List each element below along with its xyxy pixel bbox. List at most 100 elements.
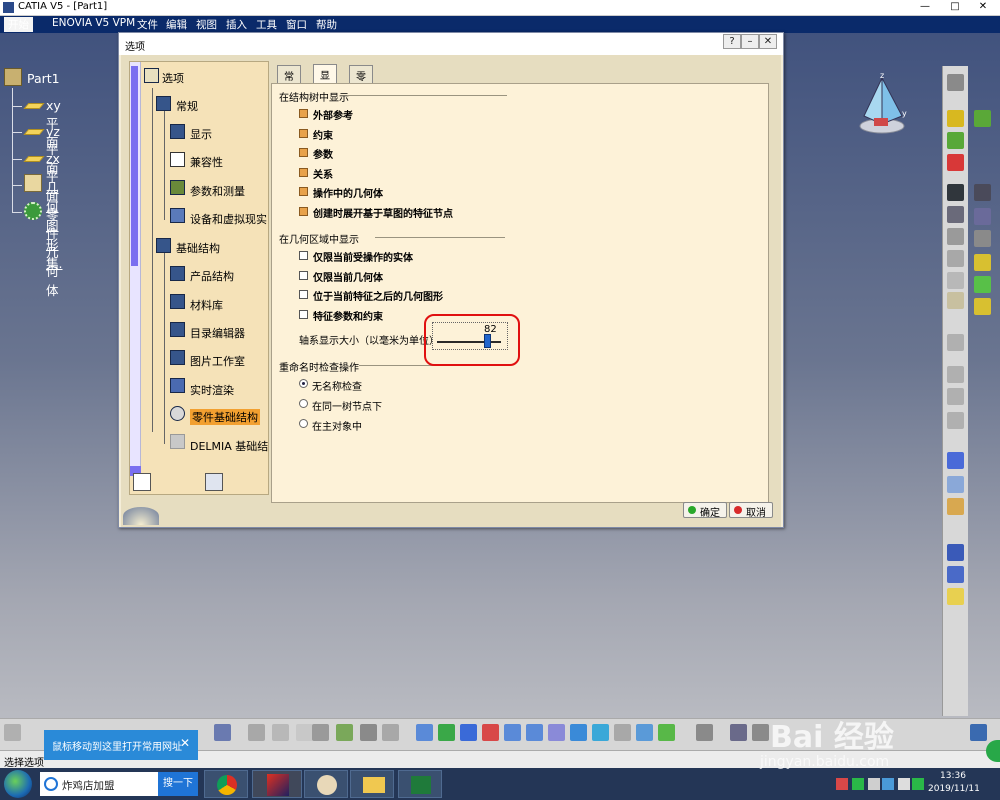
cancel-button[interactable]: 取消 bbox=[729, 502, 773, 519]
surface-icon[interactable] bbox=[974, 110, 991, 127]
radio-same-tree-node[interactable] bbox=[299, 399, 308, 408]
table-icon[interactable] bbox=[312, 724, 329, 741]
category-devices-vr[interactable]: 设备和虚拟现实 bbox=[190, 211, 267, 227]
new-icon[interactable] bbox=[4, 724, 21, 741]
tab-display[interactable]: 显示 bbox=[313, 64, 337, 97]
menu-help[interactable]: 帮助 bbox=[316, 17, 337, 32]
fly-icon[interactable] bbox=[482, 724, 499, 741]
rotate-icon[interactable] bbox=[460, 724, 477, 741]
help-icon[interactable] bbox=[214, 724, 231, 741]
publish-icon[interactable] bbox=[382, 724, 399, 741]
pattern-icon[interactable] bbox=[947, 334, 964, 351]
measure-icon[interactable] bbox=[947, 476, 964, 493]
thickness-icon[interactable] bbox=[947, 272, 964, 289]
menu-start[interactable]: 开始 bbox=[4, 17, 33, 32]
multi-view-icon[interactable] bbox=[570, 724, 587, 741]
category-compatibility[interactable]: 兼容性 bbox=[190, 154, 223, 170]
tab-general[interactable]: 常规 bbox=[277, 65, 301, 98]
close-button[interactable]: ✕ bbox=[968, 0, 998, 14]
tray-security-icon[interactable] bbox=[836, 778, 848, 790]
checkbox-current-operated-solid[interactable] bbox=[299, 251, 308, 260]
category-catalog-editor[interactable]: 目录编辑器 bbox=[190, 325, 245, 341]
draft-icon[interactable] bbox=[947, 228, 964, 245]
catia-task-icon[interactable] bbox=[252, 770, 302, 798]
gear-icon[interactable] bbox=[947, 74, 964, 91]
category-photo-studio[interactable]: 图片工作室 bbox=[190, 353, 245, 369]
category-general[interactable]: 常规 bbox=[176, 98, 198, 114]
sew-surface-icon[interactable] bbox=[974, 298, 991, 315]
zoom-in-icon[interactable] bbox=[504, 724, 521, 741]
taskbar-clock[interactable]: 13:36 2019/11/11 bbox=[928, 770, 980, 796]
law-icon[interactable] bbox=[296, 724, 313, 741]
measure-between-icon[interactable] bbox=[752, 724, 769, 741]
chamfer-icon[interactable] bbox=[947, 206, 964, 223]
minimize-button[interactable]: — bbox=[910, 0, 940, 14]
formula-icon[interactable] bbox=[248, 724, 265, 741]
checkbox-external-ref[interactable] bbox=[299, 109, 308, 118]
point-icon[interactable] bbox=[947, 544, 964, 561]
iso-view-icon[interactable] bbox=[592, 724, 609, 741]
plane-tool-icon[interactable] bbox=[947, 588, 964, 605]
home-icon[interactable] bbox=[133, 473, 151, 491]
category-infrastructure[interactable]: 基础结构 bbox=[176, 240, 220, 256]
tab-part-document[interactable]: 零件文档 bbox=[349, 65, 373, 128]
fillet-icon[interactable] bbox=[947, 184, 964, 201]
shaft-icon[interactable] bbox=[947, 154, 964, 171]
tray-display-icon[interactable] bbox=[882, 778, 894, 790]
menu-window[interactable]: 窗口 bbox=[286, 17, 307, 32]
menu-view[interactable]: 视图 bbox=[196, 17, 217, 32]
menu-file[interactable]: 文件 bbox=[137, 17, 158, 32]
checkbox-bodies-in-operation[interactable] bbox=[299, 187, 308, 196]
tray-volume-icon[interactable] bbox=[898, 778, 910, 790]
paint-icon[interactable] bbox=[304, 770, 348, 798]
taskbar-search-button[interactable]: 搜一下 bbox=[158, 772, 198, 796]
windows-start-icon[interactable] bbox=[4, 770, 32, 798]
category-display[interactable]: 显示 bbox=[190, 126, 212, 142]
radio-no-name-check[interactable] bbox=[299, 379, 308, 388]
mirror-icon[interactable] bbox=[947, 366, 964, 383]
compass-icon[interactable]: z y bbox=[856, 70, 912, 136]
pocket-icon[interactable] bbox=[947, 132, 964, 149]
split-icon[interactable] bbox=[974, 230, 991, 247]
dialog-close-button[interactable]: ✕ bbox=[759, 34, 777, 49]
tray-network-icon[interactable] bbox=[852, 778, 864, 790]
category-parameters-measure[interactable]: 参数和测量 bbox=[190, 183, 245, 199]
fit-all-icon[interactable] bbox=[416, 724, 433, 741]
update-icon[interactable] bbox=[730, 724, 747, 741]
zoom-out-icon[interactable] bbox=[526, 724, 543, 741]
hide-show-icon[interactable] bbox=[636, 724, 653, 741]
sketch-icon[interactable] bbox=[974, 184, 991, 201]
checkbox-constraints[interactable] bbox=[299, 129, 308, 138]
menu-insert[interactable]: 插入 bbox=[226, 17, 247, 32]
transform-icon[interactable] bbox=[947, 412, 964, 429]
knowledge-icon[interactable] bbox=[336, 724, 353, 741]
checkbox-relations[interactable] bbox=[299, 168, 308, 177]
category-realtime-render[interactable]: 实时渲染 bbox=[190, 382, 234, 398]
thick-surface-icon[interactable] bbox=[974, 254, 991, 271]
annotation-icon[interactable] bbox=[947, 452, 964, 469]
menu-enovia[interactable]: ENOVIA V5 VPM bbox=[52, 17, 135, 29]
excel-icon[interactable] bbox=[398, 770, 442, 798]
browser-tooltip[interactable]: 鼠标移动到这里打开常用网址 ✕ bbox=[44, 730, 198, 760]
folder-icon[interactable] bbox=[350, 770, 394, 798]
chrome-icon[interactable] bbox=[204, 770, 248, 798]
boolean-icon[interactable] bbox=[974, 208, 991, 225]
reset-icon[interactable] bbox=[205, 473, 223, 491]
category-options[interactable]: 选项 bbox=[162, 70, 184, 86]
shell-icon[interactable] bbox=[947, 250, 964, 267]
dialog-minimize-button[interactable]: – bbox=[741, 34, 759, 49]
constraint-icon[interactable] bbox=[947, 498, 964, 515]
checkbox-parameters[interactable] bbox=[299, 148, 308, 157]
checkbox-expand-sketch-features[interactable] bbox=[299, 207, 308, 216]
swap-visible-icon[interactable] bbox=[658, 724, 675, 741]
tray-tool-icon[interactable] bbox=[868, 778, 880, 790]
line-icon[interactable] bbox=[947, 566, 964, 583]
checkbox-after-current-feature[interactable] bbox=[299, 290, 308, 299]
tooltip-close-icon[interactable]: ✕ bbox=[180, 736, 190, 750]
dialog-help-button[interactable]: ? bbox=[723, 34, 741, 49]
category-scroll-thumb[interactable] bbox=[131, 66, 138, 266]
grid-icon[interactable] bbox=[947, 388, 964, 405]
select-arrow-icon[interactable] bbox=[947, 292, 964, 309]
category-product-structure[interactable]: 产品结构 bbox=[190, 268, 234, 284]
macro-icon[interactable] bbox=[360, 724, 377, 741]
